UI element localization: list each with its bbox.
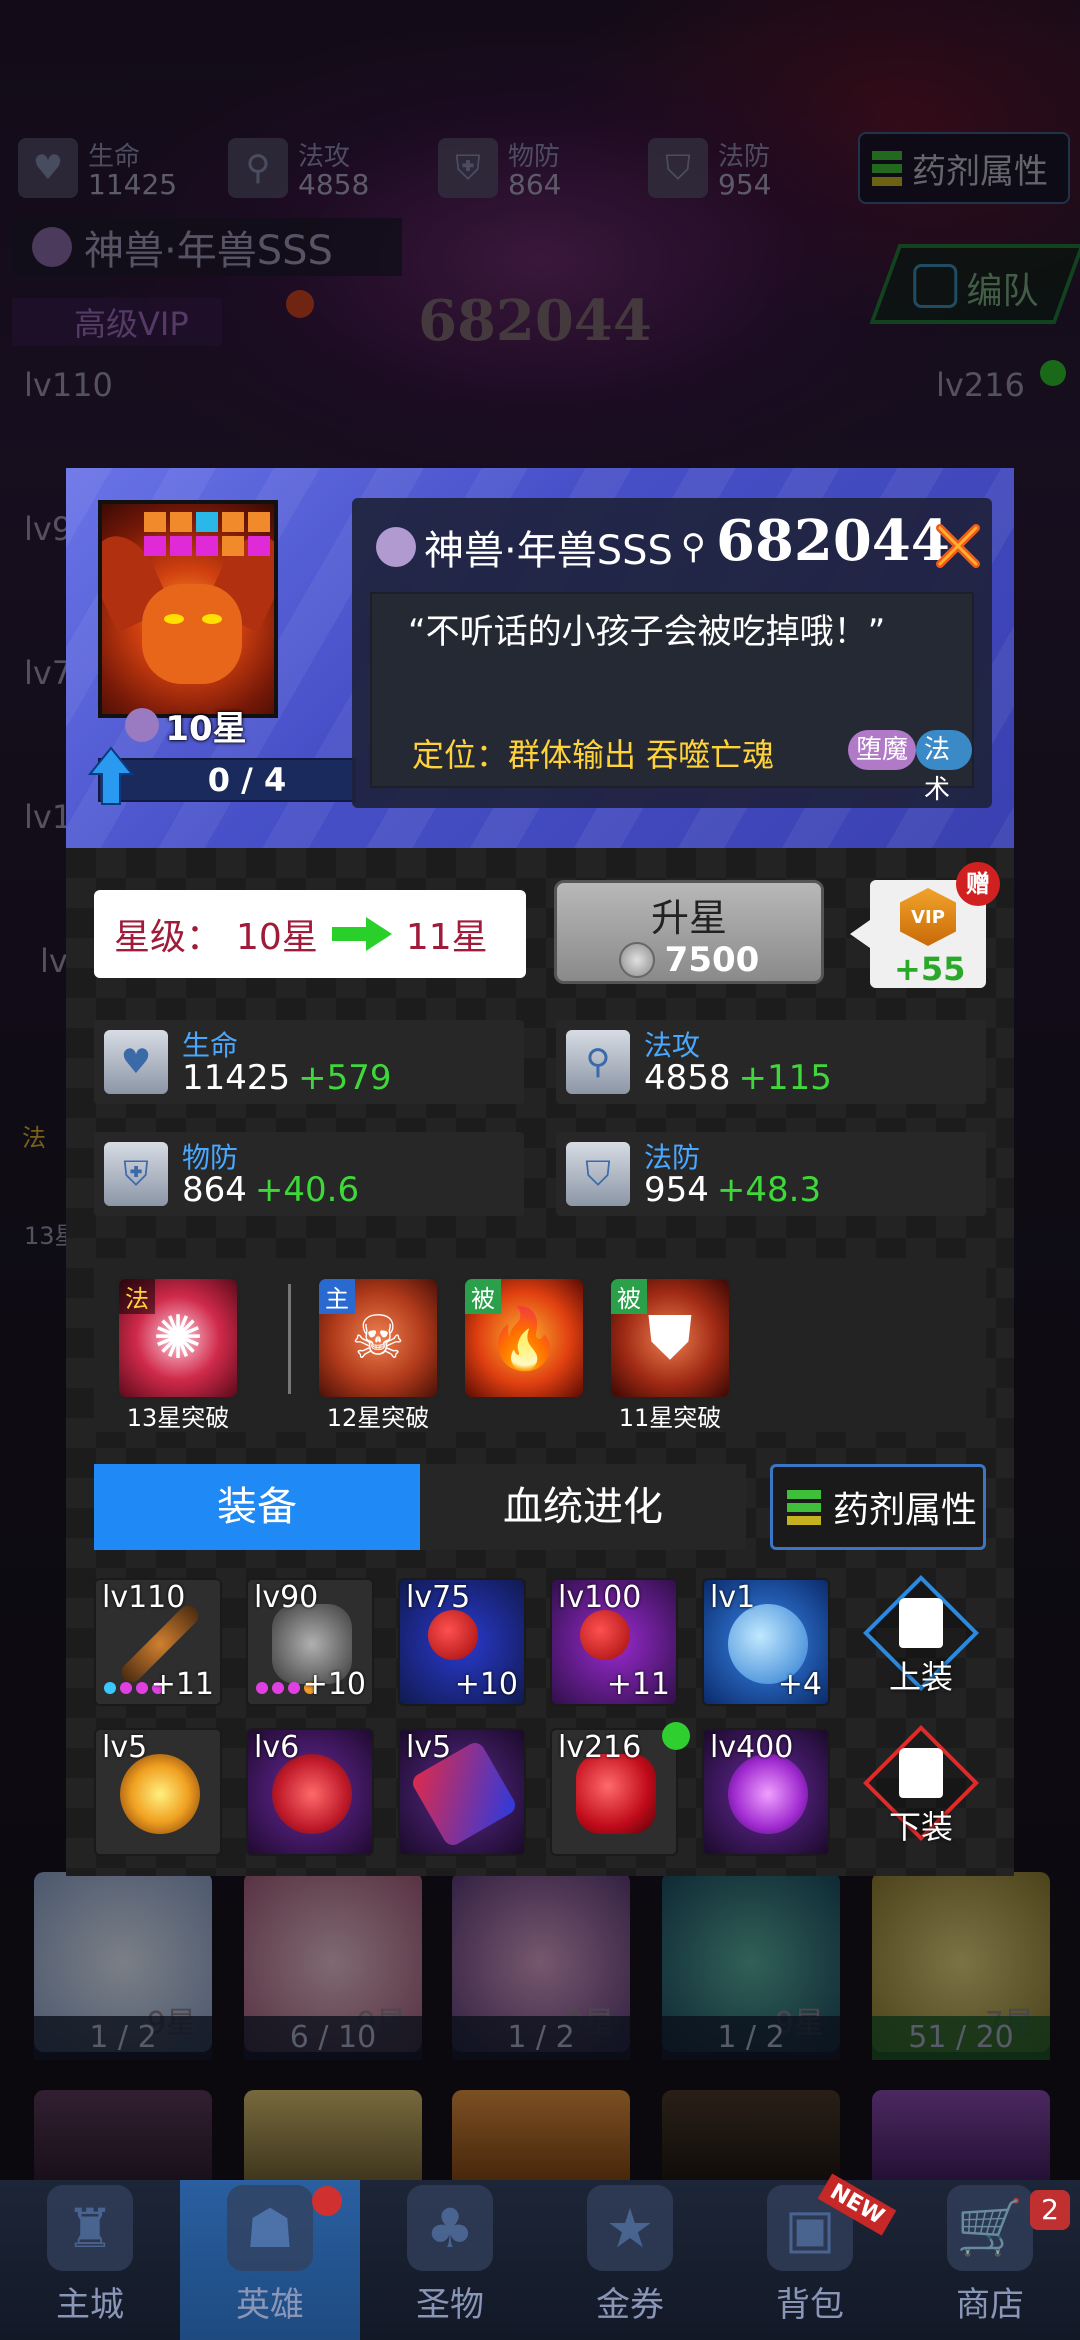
attr-magic-attack: ⚲ 法攻 4858 +115 xyxy=(556,1020,986,1104)
ring-icon xyxy=(580,1610,630,1660)
nav-shop[interactable]: 🛒 商店 2 xyxy=(900,2180,1080,2340)
skill-slot[interactable]: 🔥 被 xyxy=(462,1276,586,1400)
notification-dot xyxy=(662,1722,690,1750)
equipment-slot[interactable]: lv216 xyxy=(550,1728,678,1856)
star-up-button[interactable]: 升星 7500 xyxy=(554,880,824,984)
nav-main-city[interactable]: ♜ 主城 xyxy=(0,2180,180,2340)
beast-emblem-icon xyxy=(125,708,160,742)
attr-magic-def: ⛉ 法防 954 +48.3 xyxy=(556,1132,986,1216)
tag-fallen: 堕魔 xyxy=(848,730,917,770)
magic-shield-icon: ⛉ xyxy=(566,1142,630,1206)
magic-wand-icon: ⚲ xyxy=(566,1030,630,1094)
count-badge: 2 xyxy=(1030,2190,1070,2230)
magic-wand-icon: ⚲ xyxy=(680,527,706,567)
star-level-display: 星级： 10星 11星 xyxy=(94,890,526,978)
hero-star: 10星 xyxy=(100,700,272,750)
hero-name: 神兽·年兽SSS ⚲ xyxy=(376,518,706,576)
equip-button[interactable]: 上装 xyxy=(863,1575,979,1696)
gift-badge: 赠 xyxy=(956,862,1000,906)
equipment-slot[interactable]: lv1 +4 xyxy=(702,1578,830,1706)
equipment-slot[interactable]: lv75 +10 xyxy=(398,1578,526,1706)
shirt-down-icon xyxy=(899,1748,943,1798)
hero-role: 定位：群体输出 吞噬亡魂 xyxy=(412,736,775,774)
equipment-slot[interactable]: lv110 +11 xyxy=(94,1578,222,1706)
nav-gold-ticket[interactable]: ★ 金券 xyxy=(540,2180,720,2340)
hero-helmet-icon: ☗ xyxy=(227,2185,313,2271)
crossed-swords-icon xyxy=(936,524,980,568)
clover-icon: ♣ xyxy=(407,2185,493,2271)
skill-slot[interactable]: ☠ 主 xyxy=(316,1276,440,1400)
potion-icon xyxy=(120,1754,200,1834)
arrow-right-icon xyxy=(331,917,392,951)
potion-bars-icon xyxy=(787,1489,821,1525)
cart-icon: 🛒 xyxy=(947,2185,1033,2271)
tab-bloodline[interactable]: 血统进化 xyxy=(420,1464,746,1550)
equipment-slot[interactable]: lv400 xyxy=(702,1728,830,1856)
equipment-slot[interactable]: lv5 xyxy=(94,1728,222,1856)
hero-description: “不听话的小孩子会被吃掉哦！” 定位：群体输出 吞噬亡魂 堕魔 法术 xyxy=(370,592,974,805)
vip-shield-icon: VIP xyxy=(900,888,956,946)
silver-coin-icon xyxy=(618,942,655,978)
bottom-nav: ♜ 主城 ☗ 英雄 ♣ 圣物 ★ 金券 ▣ 背包 NEW 🛒 商店 2 xyxy=(0,2173,1080,2340)
potion-icon xyxy=(272,1754,352,1834)
tag-magic: 法术 xyxy=(916,730,972,805)
rank-grid-icon xyxy=(144,512,270,556)
equipment-slot[interactable]: lv5 xyxy=(398,1728,526,1856)
tab-equipment[interactable]: 装备 xyxy=(94,1464,420,1550)
notification-dot xyxy=(312,2186,342,2216)
ticket-icon: ★ xyxy=(587,2185,673,2271)
shirt-up-icon xyxy=(899,1598,943,1648)
hero-power: 682044 xyxy=(716,508,950,574)
unequip-button[interactable]: 下装 xyxy=(863,1725,979,1846)
nav-relics[interactable]: ♣ 圣物 xyxy=(360,2180,540,2340)
heart-shield-icon: ♥ xyxy=(104,1030,168,1094)
sword-shield-icon: ⛨ xyxy=(104,1142,168,1206)
castle-icon: ♜ xyxy=(47,2185,133,2271)
attr-phys-def: ⛨ 物防 864 +40.6 xyxy=(94,1132,524,1216)
equipment-slot[interactable]: lv100 +11 xyxy=(550,1578,678,1706)
ring-icon xyxy=(428,1610,478,1660)
equipment-slot[interactable]: lv6 xyxy=(246,1728,374,1856)
nav-heroes[interactable]: ☗ 英雄 xyxy=(180,2180,360,2340)
ruby-icon xyxy=(576,1754,656,1834)
wings-icon xyxy=(728,1754,808,1834)
skills-panel: ✺ 法 13星突破 ☠ 主 12星突破 🔥 被 ⛊ 被 11星突破 xyxy=(94,1258,986,1432)
equipment-slot[interactable]: lv90 +10 xyxy=(246,1578,374,1706)
skill-slot[interactable]: ⛊ 被 xyxy=(608,1276,732,1400)
beast-emblem-icon xyxy=(376,527,416,567)
skill-slot[interactable]: ✺ 法 xyxy=(116,1276,240,1400)
potion-attributes-button[interactable]: 药剂属性 xyxy=(770,1464,986,1550)
hero-detail-modal: 10星 0 / 4 神兽·年兽SSS ⚲ 682044 “不听话的小孩子会被吃掉… xyxy=(66,468,1014,1876)
upgrade-arrow-icon xyxy=(88,746,134,805)
nav-backpack[interactable]: ▣ 背包 NEW xyxy=(720,2173,900,2340)
fragment-progress: 0 / 4 xyxy=(98,758,356,802)
attr-hp: ♥ 生命 11425 +579 xyxy=(94,1020,524,1104)
hero-portrait[interactable] xyxy=(98,500,278,718)
hero-info-panel: 神兽·年兽SSS ⚲ 682044 “不听话的小孩子会被吃掉哦！” 定位：群体输… xyxy=(352,498,992,808)
divider xyxy=(288,1284,291,1394)
